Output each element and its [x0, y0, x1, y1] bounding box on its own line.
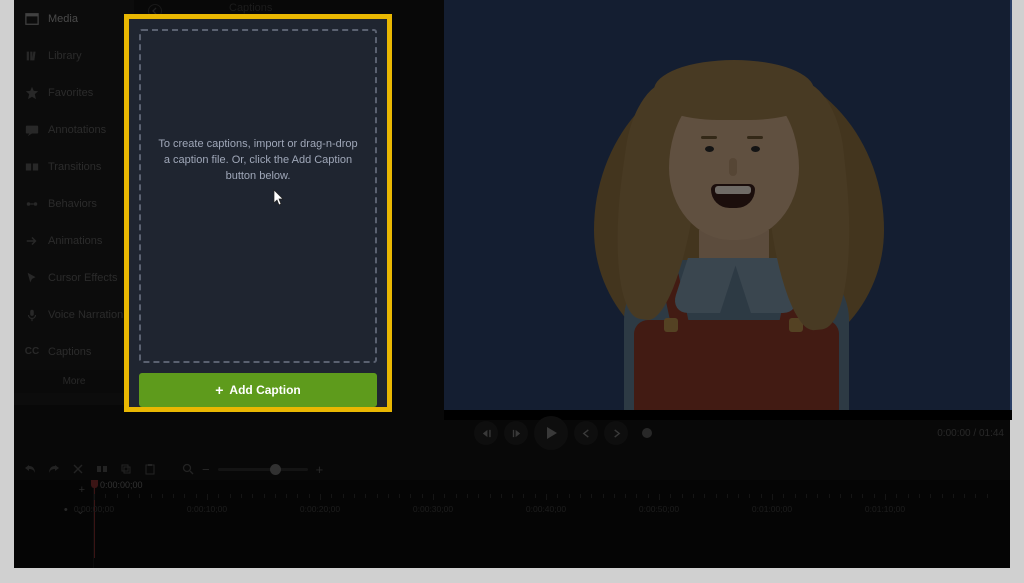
sidebar-label: Captions: [48, 346, 91, 358]
paste-button[interactable]: [144, 463, 156, 475]
sidebar-more[interactable]: More: [14, 370, 134, 393]
playhead[interactable]: [94, 480, 95, 558]
tick-label: 0:00:00;00: [74, 504, 114, 514]
annotations-icon: [24, 123, 40, 137]
media-icon: [24, 12, 40, 26]
prev-frame-button[interactable]: [474, 421, 498, 445]
sidebar-item-transitions[interactable]: Transitions: [14, 148, 134, 185]
sidebar-item-captions[interactable]: CC Captions: [14, 333, 134, 370]
pointer-cursor-icon: [271, 189, 287, 209]
tick-label: 0:00:50;00: [639, 504, 679, 514]
sidebar-item-cursor-effects[interactable]: Cursor Effects: [14, 259, 134, 296]
video-preview: [444, 0, 1012, 420]
behaviors-icon: [24, 197, 40, 211]
tick-label: 0:01:00;00: [752, 504, 792, 514]
sidebar-item-animations[interactable]: Animations: [14, 222, 134, 259]
sidebar-label: Library: [48, 50, 82, 62]
tick-label: 0:00:40;00: [526, 504, 566, 514]
sidebar-item-media[interactable]: Media: [14, 0, 134, 37]
sidebar-item-behaviors[interactable]: Behaviors: [14, 185, 134, 222]
add-caption-label: Add Caption: [229, 383, 300, 397]
transitions-icon: [24, 160, 40, 174]
timeline[interactable]: + •⌄ 0:00:00;00 0:00:00;000:00:10;000:00…: [14, 480, 1010, 568]
sidebar-item-annotations[interactable]: Annotations: [14, 111, 134, 148]
sidebar-label: Cursor Effects: [48, 272, 118, 284]
next-frame-button[interactable]: [504, 421, 528, 445]
next-marker-button[interactable]: [604, 421, 628, 445]
sidebar-label: Annotations: [48, 124, 106, 136]
app-frame: Media Library Favorites Annotations Tran…: [14, 0, 1010, 568]
tick-label: 0:00:30;00: [413, 504, 453, 514]
zoom-out-button[interactable]: −: [202, 462, 210, 477]
record-indicator[interactable]: [642, 428, 652, 438]
sidebar-label: Transitions: [48, 161, 101, 173]
library-icon: [24, 49, 40, 63]
add-caption-button[interactable]: + Add Caption: [139, 373, 377, 407]
prev-marker-button[interactable]: [574, 421, 598, 445]
sidebar-label: Media: [48, 13, 78, 25]
mic-icon: [24, 308, 40, 322]
panel-title: Captions: [229, 2, 272, 14]
captions-panel-highlight: To create captions, import or drag-n-dro…: [124, 14, 392, 412]
tick-label: 0:00:20;00: [300, 504, 340, 514]
split-button[interactable]: [96, 463, 108, 475]
sidebar-item-voice-narration[interactable]: Voice Narration: [14, 296, 134, 333]
magnifier-icon: [182, 463, 194, 475]
copy-button[interactable]: [120, 463, 132, 475]
cc-icon: CC: [24, 345, 40, 359]
sidebar-label: Voice Narration: [48, 309, 123, 321]
plus-icon: +: [215, 382, 223, 398]
track-add-button[interactable]: +: [79, 484, 85, 496]
sidebar-item-favorites[interactable]: Favorites: [14, 74, 134, 111]
timeline-toolbar: − +: [14, 458, 1010, 480]
preview-frame: [444, 0, 1012, 410]
undo-button[interactable]: [24, 463, 36, 475]
play-button[interactable]: [534, 416, 568, 450]
time-readout: 0:00:00 / 01:44: [937, 428, 1004, 439]
sidebar-item-library[interactable]: Library: [14, 37, 134, 74]
sidebar-label: Favorites: [48, 87, 93, 99]
sidebar-label: Animations: [48, 235, 102, 247]
animations-icon: [24, 234, 40, 248]
timeline-ticks: 0:00:00;000:00:10;000:00:20;000:00:30;00…: [94, 494, 1010, 506]
tick-label: 0:00:10;00: [187, 504, 227, 514]
cursor-icon: [24, 271, 40, 285]
zoom-slider[interactable]: [218, 468, 308, 471]
caption-drop-zone[interactable]: To create captions, import or drag-n-dro…: [139, 29, 377, 363]
redo-button[interactable]: [48, 463, 60, 475]
sidebar-label: Behaviors: [48, 198, 97, 210]
star-icon: [24, 86, 40, 100]
sidebar: Media Library Favorites Annotations Tran…: [14, 0, 134, 405]
tick-label: 0:01:10;00: [865, 504, 905, 514]
drop-zone-text: To create captions, import or drag-n-dro…: [155, 137, 361, 185]
zoom-in-button[interactable]: +: [316, 462, 324, 477]
track-toggle-icon[interactable]: •: [64, 504, 68, 516]
playhead-time: 0:00:00;00: [100, 480, 143, 490]
person-illustration: [584, 20, 914, 410]
playback-bar: 0:00:00 / 01:44: [444, 414, 1012, 452]
cut-button[interactable]: [72, 463, 84, 475]
track-controls: + •⌄: [14, 480, 94, 568]
